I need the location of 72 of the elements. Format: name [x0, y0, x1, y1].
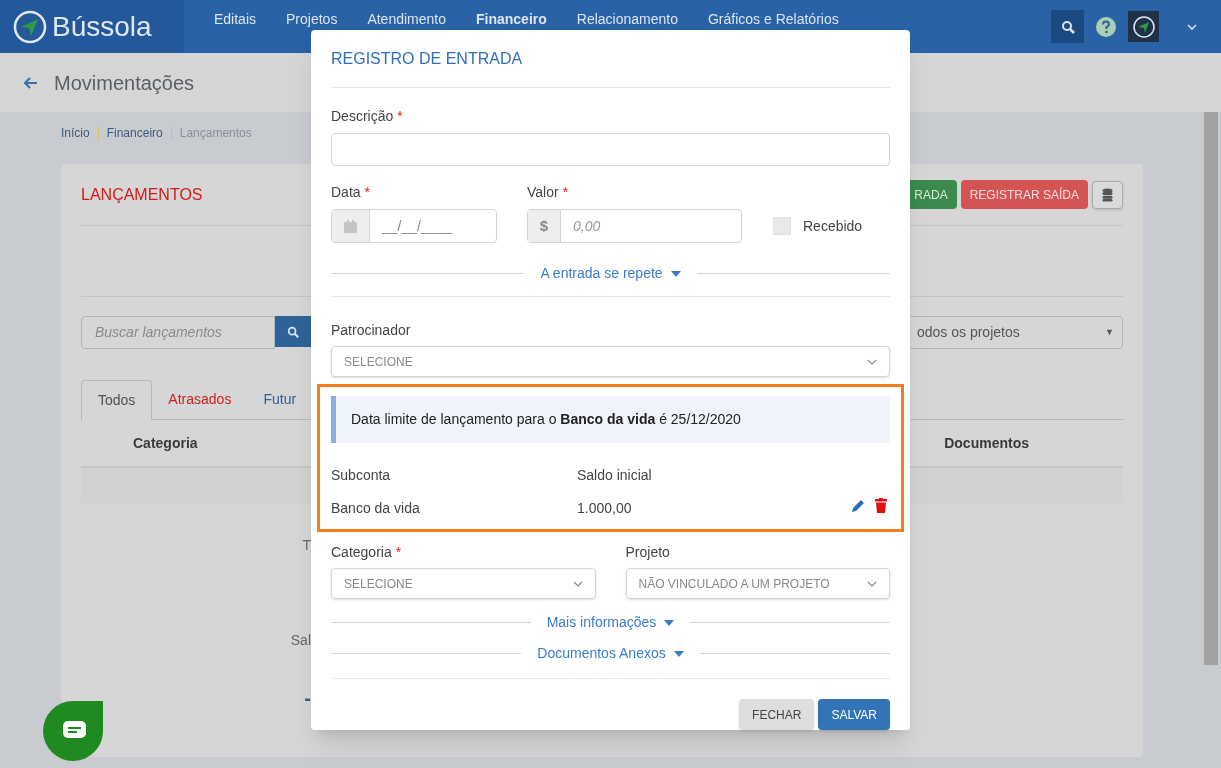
- table-cell-text: Banco da vida: [331, 499, 421, 519]
- breadcrumb-link[interactable]: Início: [61, 124, 90, 142]
- expander-toggle[interactable]: Mais informações: [538, 612, 683, 634]
- required-mark: *: [562, 183, 569, 203]
- page-title: Movimentações: [54, 70, 195, 96]
- nav-link[interactable]: Projetos: [286, 9, 338, 30]
- search-field[interactable]: Buscar lançamentos: [81, 316, 275, 349]
- nav-link[interactable]: Atendimento: [367, 9, 446, 30]
- expander-toggle[interactable]: A entrada se repete: [532, 263, 689, 285]
- checkbox[interactable]: [773, 217, 791, 236]
- summary-label: T: [302, 536, 311, 555]
- nav-link[interactable]: Editais: [214, 9, 257, 30]
- field-label: Projeto: [625, 543, 670, 563]
- column-header: Categoria: [133, 433, 198, 453]
- search-icon: [287, 325, 299, 338]
- column-header: Subconta: [331, 466, 392, 486]
- dialog-button[interactable]: SALVAR: [818, 699, 890, 730]
- field-label: Patrocinador: [331, 322, 411, 339]
- breadcrumb-current: Lançamentos: [179, 125, 252, 142]
- expander-toggle[interactable]: Documentos Anexos: [529, 643, 692, 665]
- dialog-button[interactable]: FECHAR: [739, 699, 815, 730]
- description-input[interactable]: [331, 133, 890, 167]
- field-label: Valor: [527, 183, 559, 203]
- avatar[interactable]: [1128, 11, 1159, 42]
- chevron-icon: [867, 580, 877, 587]
- required-mark: *: [397, 107, 403, 127]
- search-button[interactable]: [1051, 10, 1084, 43]
- table-cell-text: 1.000,00: [577, 499, 633, 519]
- calendar-icon: [344, 219, 357, 233]
- field-label: Categoria: [331, 543, 392, 563]
- nav-link[interactable]: Financeiro: [476, 9, 547, 30]
- tab[interactable]: Futur: [247, 379, 313, 419]
- modal-title: REGISTRO DE ENTRADA: [331, 48, 523, 69]
- field-label: Descrição: [331, 107, 394, 127]
- edit-icon[interactable]: [851, 498, 866, 514]
- caret-icon: [670, 270, 681, 277]
- amount-text: -: [304, 686, 311, 711]
- value-input[interactable]: $ 0,00: [527, 209, 742, 244]
- caret-icon: [664, 619, 675, 626]
- nav-link[interactable]: Relacionamento: [576, 9, 678, 30]
- select-field[interactable]: SELECIONE: [331, 346, 890, 378]
- database-button[interactable]: [1092, 180, 1123, 209]
- chevron-icon: [572, 580, 583, 587]
- action-button[interactable]: REGISTRAR SAÍDA: [960, 180, 1088, 209]
- date-input[interactable]: __/__/____: [331, 209, 497, 244]
- checkbox-label: Recebido: [803, 216, 863, 236]
- search-button[interactable]: [275, 316, 311, 347]
- column-header: Documentos: [944, 433, 1029, 453]
- tab[interactable]: Todos: [81, 380, 153, 420]
- chevron-icon: [867, 358, 877, 365]
- chevron-icon[interactable]: [1187, 23, 1197, 30]
- database-icon: [1102, 187, 1113, 202]
- summary-label: Sal: [290, 631, 311, 650]
- column-header: Saldo inicial: [577, 466, 653, 486]
- caret-icon: [673, 650, 684, 657]
- tab[interactable]: Atrasados: [152, 379, 248, 419]
- notice-text: Data limite de lançamento para o Banco da vida é 25/12/2020: [351, 410, 741, 430]
- nav-link[interactable]: Gráficos e Relatórios: [707, 9, 839, 30]
- required-mark: *: [364, 183, 371, 203]
- compass-logo-icon: [12, 8, 48, 45]
- field-label: Data: [331, 183, 361, 203]
- search-icon: [1060, 19, 1075, 34]
- breadcrumb-link[interactable]: Financeiro: [106, 124, 163, 142]
- back-arrow-icon[interactable]: [24, 76, 38, 89]
- chat-icon[interactable]: [43, 700, 104, 761]
- brand-name: Bússola: [52, 9, 152, 44]
- delete-icon[interactable]: [875, 498, 887, 514]
- select-field[interactable]: NÃO VINCULADO A UM PROJETO: [625, 568, 890, 600]
- card-title: LANÇAMENTOS: [81, 184, 203, 205]
- select-field[interactable]: SELECIONE: [331, 568, 596, 600]
- help-icon[interactable]: [1096, 16, 1116, 37]
- required-mark: *: [395, 543, 402, 563]
